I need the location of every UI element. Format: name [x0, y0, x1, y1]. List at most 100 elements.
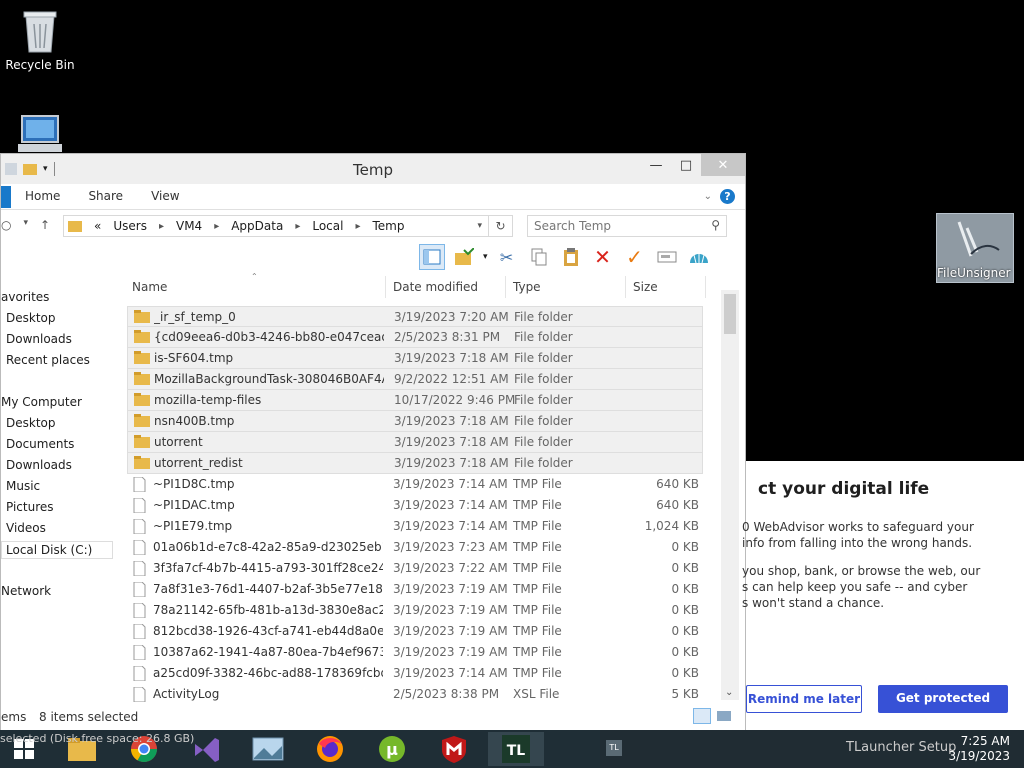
folder-row[interactable]: _ir_sf_temp_0 3/19/2023 7:20 AM File folde…: [127, 306, 703, 327]
large-icons-view-button[interactable]: [715, 708, 733, 724]
column-divider[interactable]: [385, 276, 386, 298]
file-row[interactable]: ~PI1DAC.tmp 3/19/2023 7:14 AM TMP File 640 …: [127, 495, 703, 516]
help-icon[interactable]: ?: [720, 189, 735, 204]
nav-favorites[interactable]: avorites: [1, 290, 49, 304]
minimize-button[interactable]: —: [641, 154, 671, 176]
column-name[interactable]: Name: [132, 280, 167, 294]
breadcrumb-appdata[interactable]: AppData: [231, 219, 283, 233]
nav-desktop[interactable]: Desktop: [6, 311, 56, 325]
nav-pictures[interactable]: Pictures: [6, 500, 54, 514]
search-input[interactable]: Search Temp ⚲: [527, 215, 727, 237]
column-date-modified[interactable]: Date modified: [393, 280, 478, 294]
recent-locations-icon[interactable]: ▾: [23, 218, 28, 232]
nav-recent-places[interactable]: Recent places: [6, 353, 90, 367]
chevron-right-icon[interactable]: ▸: [159, 221, 164, 232]
properties-button[interactable]: [451, 244, 477, 270]
breadcrumb-overflow[interactable]: «: [94, 219, 101, 233]
nav-desktop-2[interactable]: Desktop: [6, 416, 56, 430]
vertical-scrollbar[interactable]: ⌄: [721, 290, 739, 700]
nav-local-disk[interactable]: Local Disk (C:): [1, 541, 113, 559]
folder-row[interactable]: utorrent_redist 3/19/2023 7:18 AM File fol…: [127, 453, 703, 474]
chevron-right-icon[interactable]: ▸: [295, 221, 300, 232]
search-icon[interactable]: ⚲: [711, 218, 720, 232]
file-tab[interactable]: [1, 186, 11, 208]
folder-row[interactable]: mozilla-temp-files 10/17/2022 9:46 PM File…: [127, 390, 703, 411]
details-view-button[interactable]: [693, 708, 711, 724]
nav-documents[interactable]: Documents: [6, 437, 74, 451]
file-row[interactable]: 7a8f31e3-76d1-4407-b2af-3b5e77e18e97....…: [127, 579, 703, 600]
taskbar-mcafee[interactable]: [426, 732, 482, 766]
file-type: TMP File: [513, 477, 562, 491]
file-row[interactable]: ~PI1E79.tmp 3/19/2023 7:14 AM TMP File 1,02…: [127, 516, 703, 537]
tab-share[interactable]: Share: [88, 189, 123, 203]
file-row[interactable]: 812bcd38-1926-43cf-a741-eb44d8a0e3b1... 3…: [127, 621, 703, 642]
nav-my-computer[interactable]: My Computer: [1, 395, 82, 409]
nav-downloads-2[interactable]: Downloads: [6, 458, 72, 472]
taskbar-utorrent[interactable]: µ: [364, 732, 420, 766]
share-button[interactable]: [686, 244, 712, 270]
title-bar[interactable]: ▾ Temp — □ ✕: [1, 154, 745, 184]
file-name: a25cd09f-3382-46bc-ad88-178369fcbdb6....: [153, 666, 383, 680]
file-row[interactable]: 3f3fa7cf-4b7b-4415-a793-301ff28ce247.t..…: [127, 558, 703, 579]
close-button[interactable]: ✕: [701, 154, 745, 176]
column-divider[interactable]: [625, 276, 626, 298]
file-row[interactable]: ~PI1D8C.tmp 3/19/2023 7:14 AM TMP File 640 …: [127, 474, 703, 495]
folder-row[interactable]: utorrent 3/19/2023 7:18 AM File folder: [127, 432, 703, 453]
paste-button[interactable]: [558, 244, 584, 270]
tab-view[interactable]: View: [151, 189, 179, 203]
address-dropdown-icon[interactable]: ▾: [477, 221, 482, 231]
taskbar-firefox[interactable]: [302, 732, 358, 766]
maximize-button[interactable]: □: [671, 154, 701, 176]
taskbar-tlauncher[interactable]: TL: [488, 732, 544, 766]
breadcrumb-local[interactable]: Local: [312, 219, 343, 233]
folder-row[interactable]: MozillaBackgroundTask-308046B0AF4A3... 9/…: [127, 369, 703, 390]
dropdown-icon[interactable]: ▾: [483, 252, 488, 262]
refresh-button[interactable]: ↻: [488, 216, 512, 236]
column-type[interactable]: Type: [513, 280, 541, 294]
nav-videos[interactable]: Videos: [6, 521, 46, 535]
remind-me-later-button[interactable]: Remind me later: [746, 685, 862, 713]
breadcrumb-vm4[interactable]: VM4: [176, 219, 202, 233]
folder-icon: [134, 372, 150, 388]
file-row[interactable]: a25cd09f-3382-46bc-ad88-178369fcbdb6....…: [127, 663, 703, 684]
nav-network[interactable]: Network: [1, 584, 51, 598]
folder-row[interactable]: is-SF604.tmp 3/19/2023 7:18 AM File folder: [127, 348, 703, 369]
cut-button[interactable]: ✂: [494, 244, 520, 270]
tlauncher-tray-icon[interactable]: TL: [606, 740, 622, 756]
column-size[interactable]: Size: [633, 280, 658, 294]
taskbar-photos[interactable]: [240, 732, 296, 766]
my-computer-icon[interactable]: [0, 114, 80, 158]
rename-button[interactable]: [654, 244, 680, 270]
folder-row[interactable]: nsn400B.tmp 3/19/2023 7:18 AM File folder: [127, 411, 703, 432]
file-row[interactable]: 10387a62-1941-4a87-80ea-7b4ef96732db....…: [127, 642, 703, 663]
delete-button[interactable]: ✕: [590, 244, 616, 270]
recycle-bin-icon[interactable]: Recycle Bin: [0, 6, 80, 72]
chevron-right-icon[interactable]: ▸: [355, 221, 360, 232]
address-bar[interactable]: « Users ▸ VM4 ▸ AppData ▸ Local ▸ Temp ▾…: [63, 215, 513, 237]
scroll-down-icon[interactable]: ⌄: [725, 687, 733, 698]
breadcrumb-temp[interactable]: Temp: [373, 219, 405, 233]
tab-home[interactable]: Home: [25, 189, 60, 203]
chevron-right-icon[interactable]: ▸: [214, 221, 219, 232]
get-protected-button[interactable]: Get protected: [878, 685, 1008, 713]
column-divider[interactable]: [705, 276, 706, 298]
apply-button[interactable]: ✓: [622, 244, 648, 270]
column-divider[interactable]: [505, 276, 506, 298]
file-row[interactable]: 78a21142-65fb-481b-a13d-3830e8ac2a56....…: [127, 600, 703, 621]
copy-button[interactable]: [526, 244, 552, 270]
clock[interactable]: 7:25 AM 3/19/2023: [948, 734, 1010, 764]
scrollbar-thumb[interactable]: [724, 294, 736, 334]
up-arrow-icon[interactable]: ↑: [40, 218, 50, 232]
file-row[interactable]: 01a06b1d-e7c8-42a2-85a9-d23025eb1478... 3…: [127, 537, 703, 558]
preview-pane-button[interactable]: [419, 244, 445, 270]
expand-ribbon-icon[interactable]: ⌄: [704, 191, 712, 202]
file-unsigner-icon[interactable]: FileUnsigner: [936, 213, 1014, 283]
nav-downloads[interactable]: Downloads: [6, 332, 72, 346]
back-button[interactable]: ○: [1, 218, 11, 232]
folder-row[interactable]: {cd09eea6-d0b3-4246-bb80-e047ceadf61f} 2/…: [127, 327, 703, 348]
pane-icon: [423, 249, 441, 265]
breadcrumb-users[interactable]: Users: [113, 219, 147, 233]
tlauncher-setup-label[interactable]: TLauncher Setup: [846, 740, 956, 755]
nav-music[interactable]: Music: [6, 479, 40, 493]
file-row[interactable]: ActivityLog 2/5/2023 8:38 PM XSL File 5 KB: [127, 684, 703, 705]
